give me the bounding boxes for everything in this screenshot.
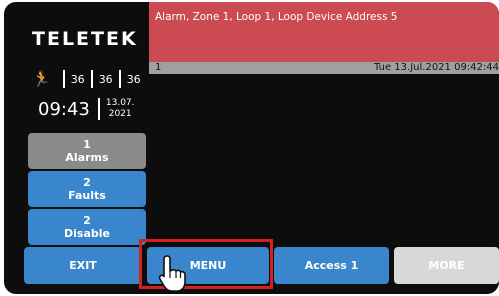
alarm-number: 1 [155, 62, 162, 73]
alarms-button[interactable]: 1 Alarms [28, 133, 146, 169]
divider [118, 70, 121, 88]
more-button[interactable]: MORE [394, 247, 499, 284]
divider [90, 70, 93, 88]
alarm-timestamp: Tue 13.Jul.2021 09:42:44 [374, 62, 499, 73]
brand-logo: TELETEK [32, 28, 138, 50]
clock-time: 09:43 [38, 98, 90, 120]
faults-count: 2 [83, 176, 91, 189]
alarm-message: Alarm, Zone 1, Loop 1, Loop Device Addre… [155, 11, 398, 23]
divider [97, 98, 100, 120]
alarm-entry[interactable]: Alarm, Zone 1, Loop 1, Loop Device Addre… [149, 2, 499, 62]
status-counters: 🏃 36 36 36 [32, 69, 141, 89]
clock-date-day: 13.07. [105, 98, 135, 108]
alarm-info-bar: 1 Tue 13.Jul.2021 09:42:44 [149, 62, 499, 74]
faults-button[interactable]: 2 Faults [28, 171, 146, 207]
disable-label: Disable [64, 227, 110, 240]
faults-label: Faults [68, 189, 106, 202]
alarms-count: 1 [83, 138, 91, 151]
disable-count: 2 [83, 214, 91, 227]
evacuation-exit-icon: 🏃 [32, 69, 51, 88]
alarms-label: Alarms [65, 151, 109, 164]
disable-button[interactable]: 2 Disable [28, 209, 146, 245]
access-button[interactable]: Access 1 [274, 247, 389, 284]
exit-button[interactable]: EXIT [24, 247, 142, 284]
counter-1: 36 [70, 72, 85, 86]
hand-pointer-icon [158, 255, 186, 292]
clock-date-year: 2021 [108, 109, 132, 119]
counter-3: 36 [126, 72, 141, 86]
clock-date: 13.07. 2021 [106, 98, 135, 120]
clock: 09:43 13.07. 2021 [38, 98, 135, 120]
counter-2: 36 [98, 72, 113, 86]
divider [62, 70, 65, 88]
